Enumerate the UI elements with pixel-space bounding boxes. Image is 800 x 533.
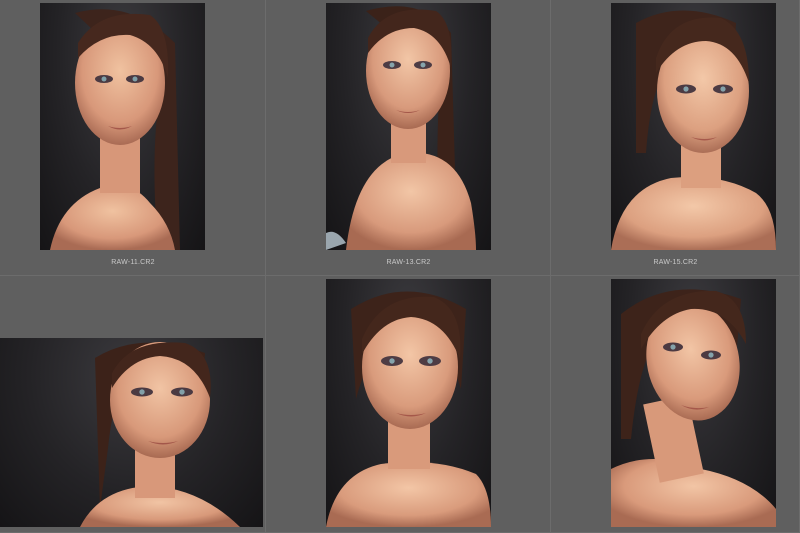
grid-cell[interactable] bbox=[0, 276, 266, 533]
thumbnail-grid: RAW-11.CR2 RAW-13.CR2 RAW-15.CR2 bbox=[0, 0, 800, 533]
thumbnail-filename: RAW-11.CR2 bbox=[111, 259, 155, 266]
portrait-image bbox=[326, 6, 476, 250]
photo-thumbnail[interactable] bbox=[326, 279, 491, 527]
photo-thumbnail[interactable] bbox=[611, 3, 776, 250]
portrait-image bbox=[50, 9, 180, 250]
grid-cell[interactable]: RAW-13.CR2 bbox=[266, 0, 551, 276]
photo-thumbnail[interactable] bbox=[326, 3, 491, 250]
photo-thumbnail[interactable] bbox=[40, 3, 205, 250]
portrait-image bbox=[326, 291, 491, 527]
grid-cell[interactable]: RAW-15.CR2 bbox=[551, 0, 800, 276]
thumbnail-filename: RAW-15.CR2 bbox=[653, 259, 698, 266]
grid-cell[interactable] bbox=[266, 276, 551, 533]
grid-cell[interactable] bbox=[551, 276, 800, 533]
photo-thumbnail[interactable] bbox=[0, 338, 263, 527]
portrait-image bbox=[611, 289, 776, 527]
portrait-image bbox=[80, 342, 240, 527]
thumbnail-filename: RAW-13.CR2 bbox=[386, 259, 431, 266]
photo-thumbnail[interactable] bbox=[611, 279, 776, 527]
grid-cell[interactable]: RAW-11.CR2 bbox=[0, 0, 266, 276]
portrait-image bbox=[611, 10, 776, 250]
